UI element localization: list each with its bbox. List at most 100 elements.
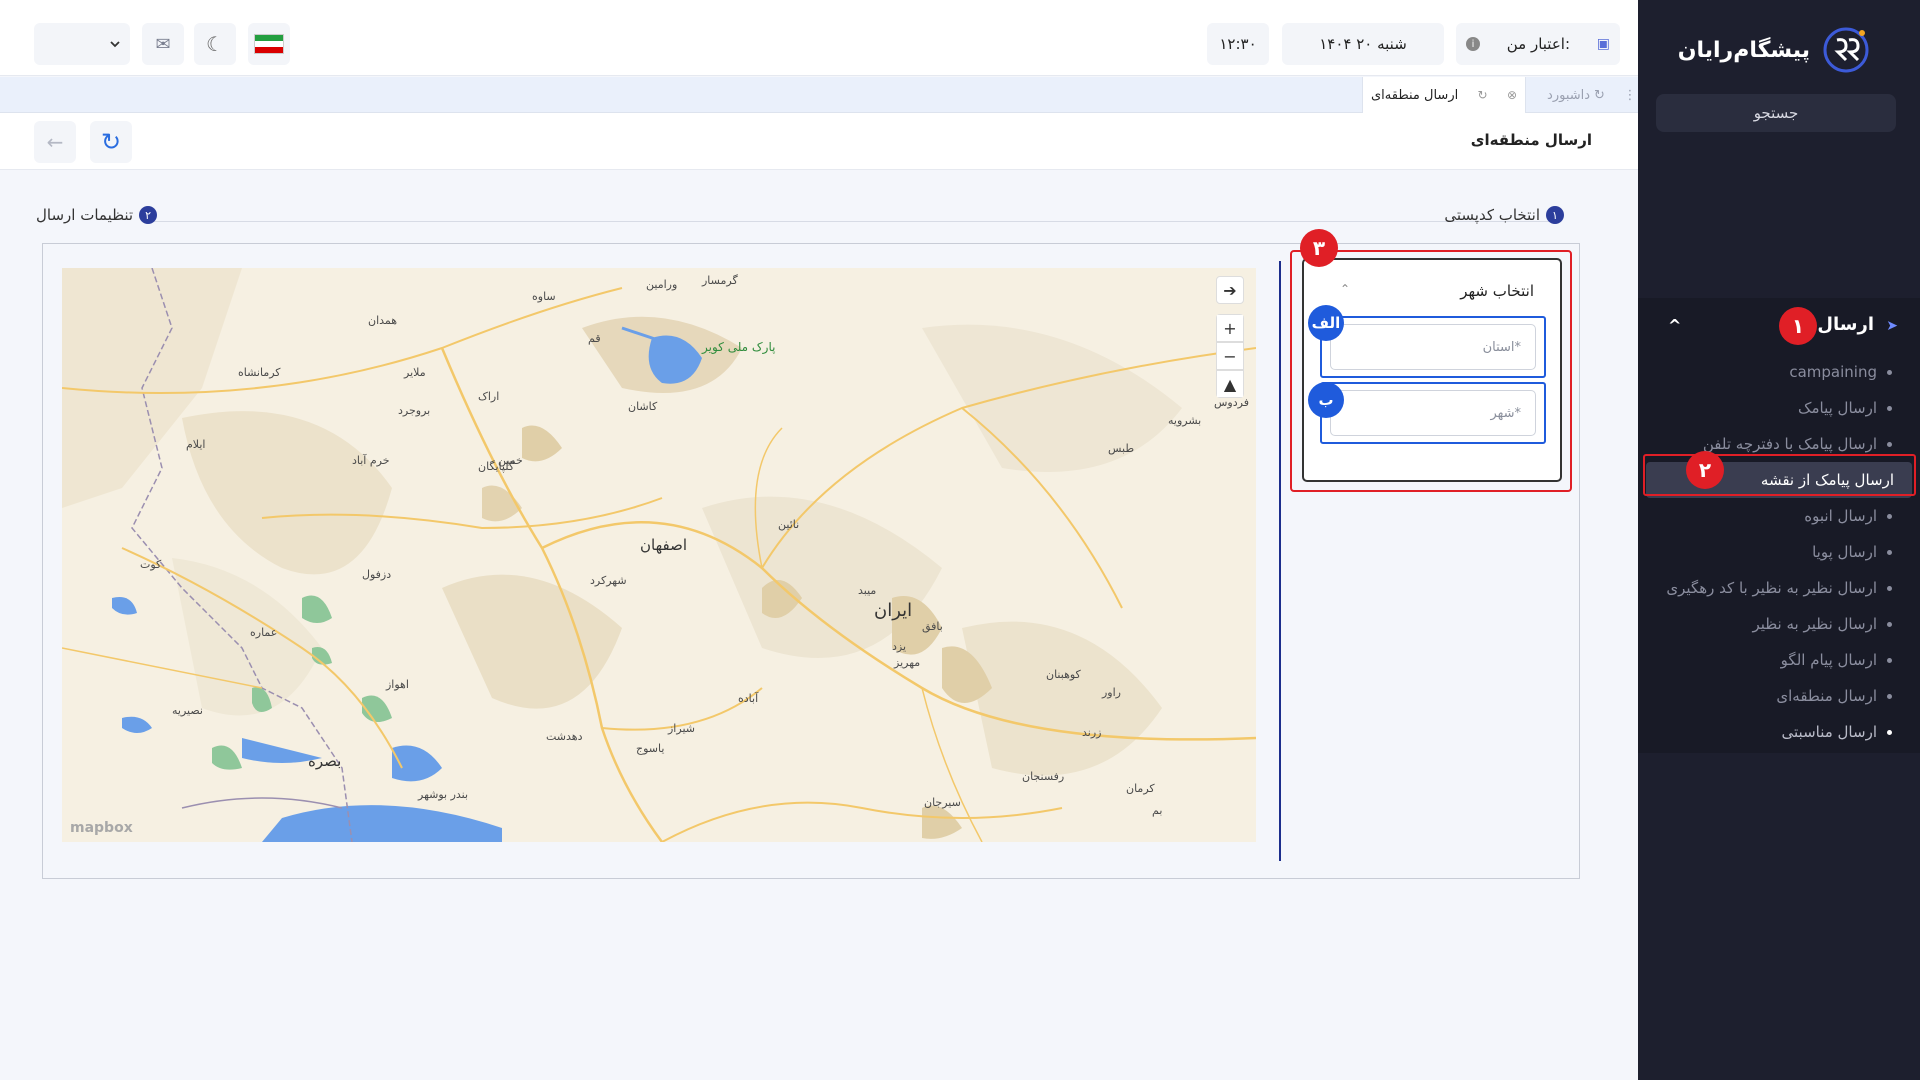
- menu-item[interactable]: ارسال انبوه: [1638, 498, 1920, 534]
- city-input[interactable]: [1331, 391, 1535, 435]
- mail-icon: ✉: [155, 33, 171, 55]
- map-label-kashan: کاشان: [628, 400, 658, 413]
- annotation-badge-1: ۱: [1779, 307, 1817, 345]
- map-label-ahvaz: اهواز: [386, 678, 409, 691]
- bullet-icon: [1887, 585, 1892, 591]
- menu-item-label: ارسال پیامک: [1798, 399, 1877, 417]
- menu-item[interactable]: ارسال پیامک: [1638, 390, 1920, 426]
- map-controls: ➔ + − ▲: [1216, 276, 1244, 398]
- stepper-line: [150, 221, 1550, 222]
- bullet-icon: [1887, 693, 1892, 699]
- panel-divider: [1279, 261, 1281, 861]
- account-dropdown[interactable]: [34, 23, 130, 65]
- annotation-badge-2: ۲: [1686, 451, 1724, 489]
- map-label-arak: اراک: [478, 390, 500, 403]
- menu-item-label: campaining: [1789, 363, 1877, 381]
- chevron-up-icon[interactable]: ⌃: [1340, 282, 1350, 296]
- menu-item[interactable]: ارسال منطقه‌ای: [1638, 678, 1920, 714]
- map-label-nain: نائین: [778, 518, 800, 531]
- map-label-bushehr: بندر بوشهر: [418, 788, 469, 801]
- chevron-down-icon: [110, 41, 120, 48]
- chevron-up-icon[interactable]: ^: [1668, 316, 1681, 335]
- step-send-settings[interactable]: تنظیمات ارسال ۲: [36, 206, 158, 224]
- sidebar-search[interactable]: جستجو: [1656, 94, 1896, 132]
- menu-item[interactable]: ارسال مناسبتی: [1638, 714, 1920, 750]
- logo-icon: [1823, 27, 1869, 73]
- map-label-qom: قم: [588, 332, 601, 345]
- map-label-amara: عماره: [250, 626, 278, 639]
- map-label-boshruyeh: بشرویه: [1168, 414, 1202, 427]
- moon-icon: ☾: [206, 32, 224, 56]
- map-label-sirjan: سیرجان: [924, 796, 961, 809]
- map-label-abadeh: آباده: [738, 692, 759, 705]
- map-label-ilam: ایلام: [186, 438, 206, 451]
- map-label-dehdasht: دهدشت: [546, 730, 583, 743]
- messages-button[interactable]: ✉: [142, 23, 184, 65]
- map-label-varamin: ورامین: [646, 278, 678, 291]
- map-label-khorramabad: خرم آباد: [352, 454, 390, 467]
- city-panel-title: انتخاب شهر: [1460, 282, 1534, 300]
- dark-mode-button[interactable]: ☾: [194, 23, 236, 65]
- tab-label: داشبورد: [1547, 87, 1591, 103]
- map-label-saveh: ساوه: [532, 290, 556, 303]
- menu-item[interactable]: ارسال نظیر به نظیر: [1638, 606, 1920, 642]
- language-flag-button[interactable]: [248, 23, 290, 65]
- page-title-bar: ارسال منطقه‌ای ↻ ←: [0, 113, 1638, 170]
- zoom-out-button[interactable]: −: [1216, 342, 1244, 370]
- refresh-button[interactable]: ↻: [90, 121, 132, 163]
- menu-item[interactable]: ارسال نظیر به نظیر با کد رهگیری: [1638, 570, 1920, 606]
- nav-section-label: ارسال: [1817, 314, 1874, 335]
- reload-icon[interactable]: ↻: [1478, 88, 1488, 102]
- bullet-icon: [1887, 369, 1892, 375]
- map-label-kermanshah: کرمانشاه: [238, 366, 281, 379]
- city-field-highlight: [1320, 382, 1546, 444]
- close-icon[interactable]: ⊗: [1507, 88, 1517, 102]
- province-select[interactable]: [1330, 324, 1536, 370]
- map-terrain: [62, 268, 1256, 842]
- map-label-hamadan: همدان: [368, 314, 398, 327]
- map-label-yasuj: یاسوج: [636, 742, 665, 755]
- bullet-icon: [1887, 513, 1892, 519]
- sidebar: پیشگام‌رایان جستجو ➤ ارسال ^ campaining …: [1638, 0, 1920, 1080]
- tab-bar: ⋮ داشبورد ↻ ارسال منطقه‌ای ↻ ⊗: [0, 77, 1638, 113]
- step-number: ۲: [139, 206, 158, 224]
- top-header: i اعتبار من: ▣ شنبه ۲۰ ۱۴۰۴ ۱۲:۳۰ ☾ ✉: [0, 0, 1638, 76]
- province-input[interactable]: [1331, 325, 1535, 369]
- back-button[interactable]: ←: [34, 121, 76, 163]
- menu-item-label: ارسال پیامک با دفترچه تلفن: [1702, 435, 1877, 453]
- nav-panel: ➤ ارسال ^ campaining ارسال پیامک ارسال پ…: [1638, 298, 1920, 753]
- bullet-icon: [1887, 657, 1892, 663]
- active-item-highlight: [1643, 454, 1916, 496]
- map-label-garmsar: گرمسار: [702, 274, 738, 287]
- map-label-rafsanjan: رفسنجان: [1022, 770, 1065, 783]
- map-label-yazd: یزد: [892, 640, 907, 653]
- menu-item-label: ارسال پویا: [1812, 543, 1877, 561]
- map-label-malayer: ملایر: [404, 366, 426, 379]
- zoom-in-button[interactable]: +: [1216, 314, 1244, 342]
- map-label-kuhbanan: کوهبنان: [1046, 668, 1081, 681]
- menu-item-label: ارسال نظیر به نظیر با کد رهگیری: [1666, 579, 1877, 597]
- menu-item-label: ارسال مناسبتی: [1781, 723, 1877, 741]
- tab-dashboard[interactable]: داشبورد ↻: [1528, 77, 1624, 113]
- step-postal-code[interactable]: انتخاب کدپستی ۱: [1444, 206, 1564, 224]
- tab-menu-icon[interactable]: ⋮: [1624, 77, 1637, 113]
- menu-item[interactable]: campaining: [1638, 354, 1920, 390]
- map-label-bafq: بافق: [922, 620, 943, 633]
- mapbox-logo: mapbox: [70, 820, 133, 836]
- menu-item-label: ارسال منطقه‌ای: [1776, 687, 1877, 705]
- app-name: پیشگام‌رایان: [1677, 37, 1810, 63]
- menu-item[interactable]: ارسال پویا: [1638, 534, 1920, 570]
- step-number: ۱: [1546, 206, 1564, 224]
- city-select[interactable]: [1330, 390, 1536, 436]
- fullscreen-icon[interactable]: ➔: [1216, 276, 1244, 304]
- map-view[interactable]: ایران اصفهان بصره پارک ملی کویر کاشان قم…: [62, 268, 1256, 842]
- time-display: ۱۲:۳۰: [1207, 23, 1269, 65]
- app-logo[interactable]: پیشگام‌رایان: [1678, 26, 1870, 74]
- compass-icon[interactable]: ▲: [1216, 370, 1244, 398]
- info-icon[interactable]: i: [1466, 37, 1480, 51]
- map-label-bam: بم: [1152, 804, 1163, 817]
- menu-item[interactable]: ارسال پیام الگو: [1638, 642, 1920, 678]
- credit-box[interactable]: i اعتبار من: ▣: [1456, 23, 1620, 65]
- tab-regional-send[interactable]: ارسال منطقه‌ای ↻ ⊗: [1362, 77, 1526, 113]
- city-select-panel: انتخاب شهر ⌃: [1302, 258, 1562, 482]
